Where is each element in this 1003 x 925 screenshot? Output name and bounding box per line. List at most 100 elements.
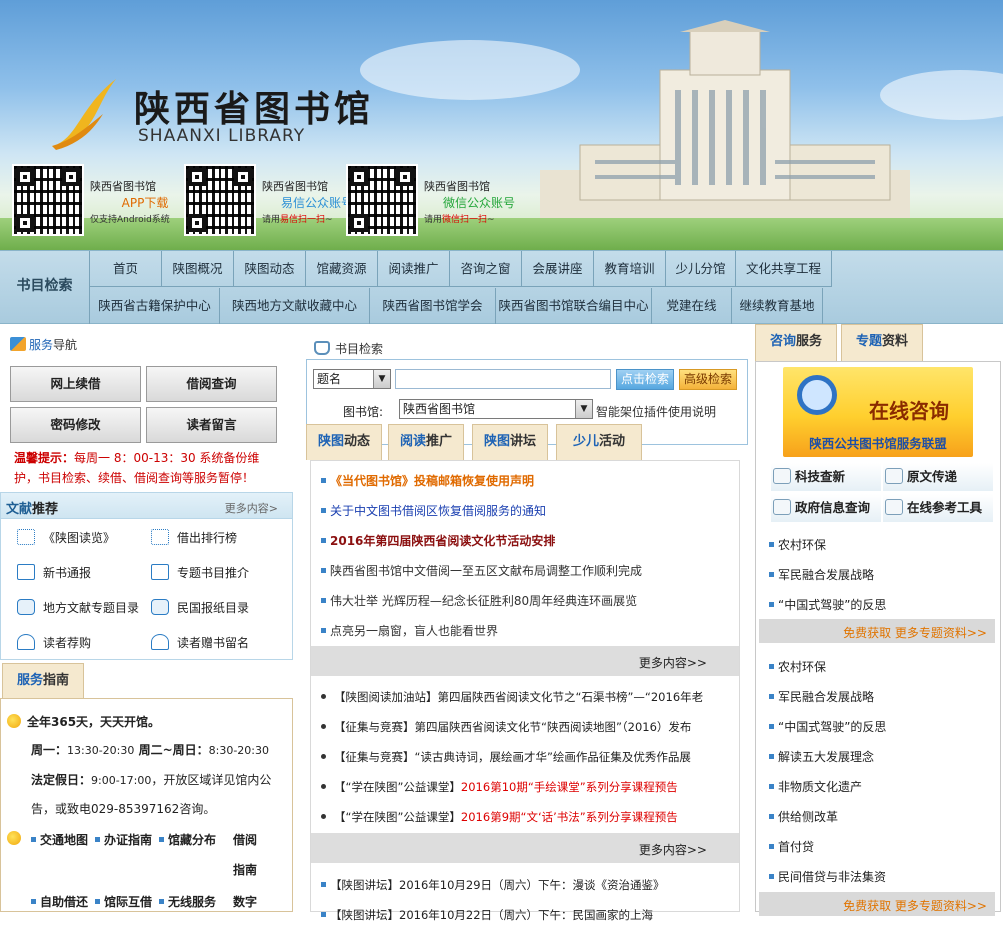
rec-new-books[interactable]: 新书通报 [17,562,91,584]
tab-service-guide[interactable]: 服务指南 [2,663,84,699]
search-input[interactable] [395,369,611,389]
rec-reader-suggest[interactable]: 读者荐购 [17,632,91,654]
nav-item[interactable]: 陕图动态 [234,251,306,287]
guide-card-guide[interactable]: 办证指南 [95,831,152,848]
nav-item[interactable]: 陕西省古籍保护中心 [90,288,220,324]
library-select[interactable]: 陕西省图书馆 ▼ [399,399,593,419]
more-link[interactable]: 更多内容>> [639,654,707,671]
nav-item[interactable]: 教育培训 [594,251,666,287]
topic-item[interactable]: “中国式驾驶”的反思 [769,596,886,613]
document-icon [885,468,903,484]
sci-novelty-button[interactable]: 科技查新 [771,463,881,491]
news-item[interactable]: 【陕图讲坛】2016年10月22日（周六）下午：民国画家的上海 [321,905,653,925]
tab-topic-materials[interactable]: 专题资料 [841,324,923,362]
topic-item[interactable]: 非物质文化遗产 [769,778,862,795]
nav-item[interactable]: 咨询之窗 [450,251,522,287]
tab-news[interactable]: 陕图动态 [306,424,382,460]
chevron-down-icon: ▼ [373,370,390,388]
topic-item[interactable]: 首付贷 [769,838,814,855]
nav-item[interactable]: 陕西省图书馆学会 [370,288,496,324]
literature-recommend-panel: 文献推荐 更多内容> 《陕图读览》 借出排行榜 新书通报 专题书目推介 地方文献… [0,492,293,660]
recommend-more-link[interactable]: 更多内容> [225,500,278,516]
guide-wireless[interactable]: 无线服务 [159,893,216,910]
password-change-button[interactable]: 密码修改 [10,407,141,443]
news-item[interactable]: 【陕图讲坛】2016年10月29日（周六）下午：漫谈《资治通鉴》 [321,875,665,895]
news-item[interactable]: 2016年第四届陕西省阅读文化节活动安排 [321,531,555,551]
tab-reading-promo[interactable]: 阅读推广 [388,424,464,460]
qr-app-download[interactable]: 陕西省图书馆 APP下载 仅支持Android系统 [12,164,187,240]
rec-donation[interactable]: 读者赠书留名 [151,632,249,654]
library-logo[interactable]: 陕西省图书馆 SHAANXI LIBRARY [48,70,370,160]
qr-code-icon [346,164,418,236]
qr-yixin-account[interactable]: 陕西省图书馆 易信公众账号 请用易信扫一扫~ [184,164,359,240]
tab-children[interactable]: 少儿活动 [556,424,642,460]
topic-item[interactable]: 军民融合发展战略 [769,566,874,583]
tab-consult-service[interactable]: 咨询服务 [755,324,837,362]
online-reference-button[interactable]: 在线参考工具 [883,494,993,522]
service-guide-panel: 全年365天，天天开馆。 周一：13:30-20:30 周二~周日：8:30-2… [0,698,293,912]
rec-republic-papers[interactable]: 民国报纸目录 [151,597,249,619]
news-item[interactable]: 【“学在陕图”公益课堂】2016第10期“手绘课堂”系列分享课程预告 [321,777,739,797]
more-topics-link[interactable]: 免费获取 更多专题资料>> [843,897,987,914]
plugin-guide-link[interactable]: 智能架位插件使用说明 [596,403,716,420]
topic-item[interactable]: 农村环保 [769,536,826,553]
news-item[interactable]: 【征集与竞赛】第四届陕西省阅读文化节“陕西阅读地图”（2016）发布 [321,717,739,737]
consult-subtitle: 陕西公共图书馆服务联盟 [809,436,947,451]
reader-message-button[interactable]: 读者留言 [146,407,277,443]
tab-lecture[interactable]: 陕图讲坛 [472,424,548,460]
guide-open-days: 全年365天，天天开馆。 [7,713,160,730]
qr-wechat-account[interactable]: 陕西省图书馆 微信公众账号 请用微信扫一扫~ [346,164,521,240]
news-item[interactable]: 【征集与竞赛】“读古典诗词，展绘画才华”绘画作品征集及优秀作品展 [321,747,739,767]
nav-item[interactable]: 少儿分馆 [666,251,736,287]
guide-digital[interactable]: 数字 [233,893,257,910]
advanced-search-button[interactable]: 高级检索 [679,369,737,390]
bullet-square-icon [321,628,326,633]
news-item[interactable]: 关于中文图书借阅区恢复借阅服务的通知 [321,501,546,521]
logo-english-name: SHAANXI LIBRARY [138,126,306,146]
gov-info-button[interactable]: 政府信息查询 [771,494,881,522]
nav-item[interactable]: 陕图概况 [162,251,234,287]
nav-item[interactable]: 继续教育基地 [732,288,823,324]
topic-item[interactable]: “中国式驾驶”的反思 [769,718,886,735]
topic-item[interactable]: 供给侧改革 [769,808,838,825]
guide-borrow-guide-cont[interactable]: 指南 [233,861,257,878]
bullet-square-icon [769,814,774,819]
news-item[interactable]: 【“学在陕图”公益课堂】2016第9期“文‘话’书法”系列分享课程预告 [321,807,739,827]
news-item[interactable]: 点亮另一扇窗，盲人也能看世界 [321,621,498,641]
more-topics-link[interactable]: 免费获取 更多专题资料>> [843,624,987,641]
rec-local-docs[interactable]: 地方文献专题目录 [17,597,139,619]
topic-item[interactable]: 民间借贷与非法集资 [769,868,886,885]
nav-item[interactable]: 阅读推广 [378,251,450,287]
nav-item[interactable]: 首页 [90,251,162,287]
topic-item[interactable]: 军民融合发展战略 [769,688,874,705]
news-item[interactable]: 【陕图阅读加油站】第四届陕西省阅读文化节之“石渠书榜”—“2016年老 [321,687,739,707]
topic-item[interactable]: 解读五大发展理念 [769,748,874,765]
topic-item[interactable]: 农村环保 [769,658,826,675]
news-item[interactable]: 陕西省图书馆中文借阅一至五区文献布局调整工作顺利完成 [321,561,642,581]
news-item[interactable]: 《当代图书馆》投稿邮箱恢复使用声明 [321,471,534,491]
guide-collection-map[interactable]: 馆藏分布 [159,831,216,848]
rec-shaantu-reader[interactable]: 《陕图读览》 [17,527,115,549]
renew-online-button[interactable]: 网上续借 [10,366,141,402]
guide-self-service[interactable]: 自助借还 [31,893,88,910]
more-link[interactable]: 更多内容>> [639,841,707,858]
nav-item[interactable]: 陕西地方文献收藏中心 [220,288,370,324]
borrow-query-button[interactable]: 借阅查询 [146,366,277,402]
guide-borrow-guide[interactable]: 借阅 [233,831,257,848]
doc-delivery-button[interactable]: 原文传递 [883,463,993,491]
guide-transport-map[interactable]: 交通地图 [31,831,88,848]
rec-topic-books[interactable]: 专题书目推介 [151,562,249,584]
nav-catalog-search[interactable]: 书目检索 [0,251,90,324]
rec-borrow-ranking[interactable]: 借出排行榜 [151,527,237,549]
nav-item[interactable]: 馆藏资源 [306,251,378,287]
nav-item[interactable]: 文化共享工程 [736,251,832,287]
news-item[interactable]: 伟大壮举 光辉历程—纪念长征胜利80周年经典连环画展览 [321,591,637,611]
nav-item[interactable]: 陕西省图书馆联合编目中心 [496,288,652,324]
search-field-select[interactable]: 题名 ▼ [313,369,391,389]
library-label: 图书馆: [343,405,384,419]
guide-interlibrary[interactable]: 馆际互借 [95,893,152,910]
search-button[interactable]: 点击检索 [616,369,674,390]
nav-item[interactable]: 党建在线 [652,288,732,324]
nav-item[interactable]: 会展讲座 [522,251,594,287]
online-consult-banner[interactable]: 在线咨询 陕西公共图书馆服务联盟 [783,367,973,457]
